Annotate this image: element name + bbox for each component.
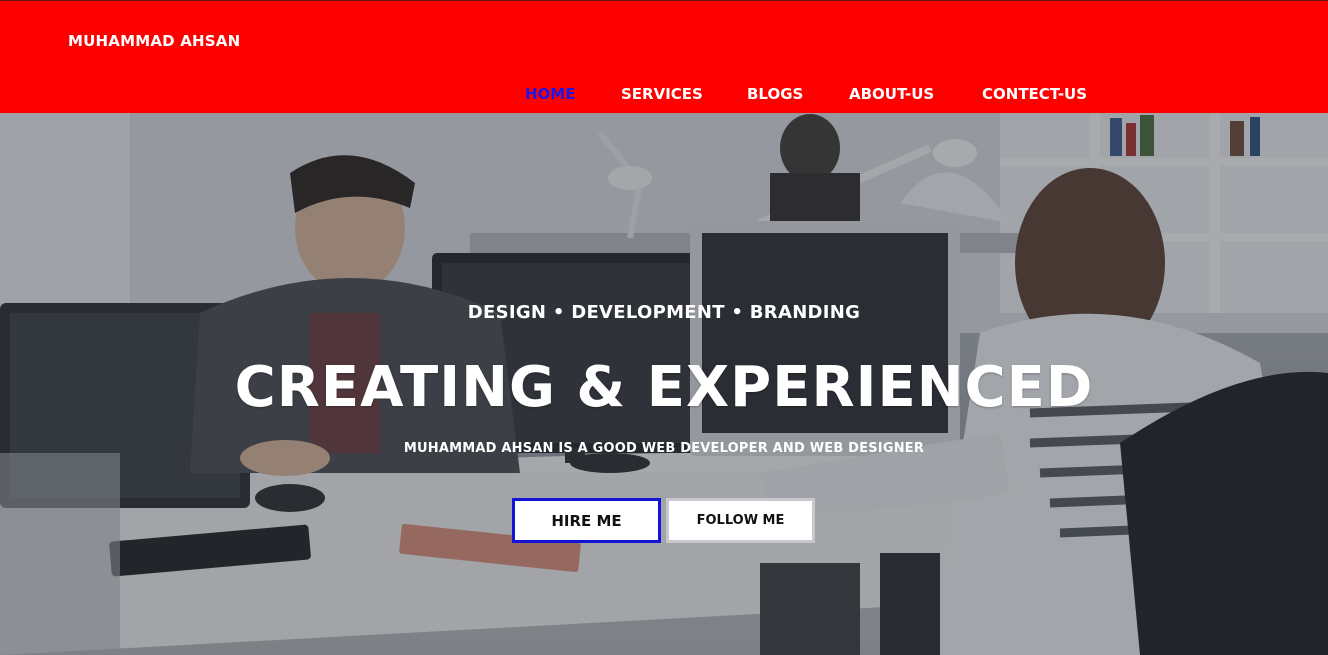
hire-me-button[interactable]: HIRE ME <box>512 498 661 543</box>
nav-services[interactable]: SERVICES <box>621 85 703 103</box>
main-nav: HOME SERVICES BLOGS ABOUT-US CONTECT-US <box>0 85 1328 107</box>
follow-me-button[interactable]: FOLLOW ME <box>666 498 815 543</box>
top-navbar: MUHAMMAD AHSAN HOME SERVICES BLOGS ABOUT… <box>0 0 1328 113</box>
hero-section: DESIGN • DEVELOPMENT • BRANDING CREATING… <box>0 113 1328 655</box>
brand-name[interactable]: MUHAMMAD AHSAN <box>68 32 240 50</box>
nav-contact-us[interactable]: CONTECT-US <box>982 85 1087 103</box>
hero-subline: MUHAMMAD AHSAN IS A GOOD WEB DEVELOPER A… <box>403 441 925 456</box>
nav-home[interactable]: HOME <box>525 85 575 103</box>
hero-headline: CREATING & EXPERIENCED <box>234 355 1094 420</box>
nav-blogs[interactable]: BLOGS <box>747 85 803 103</box>
nav-about-us[interactable]: ABOUT-US <box>849 85 934 103</box>
hero-tagline: DESIGN • DEVELOPMENT • BRANDING <box>467 302 861 323</box>
